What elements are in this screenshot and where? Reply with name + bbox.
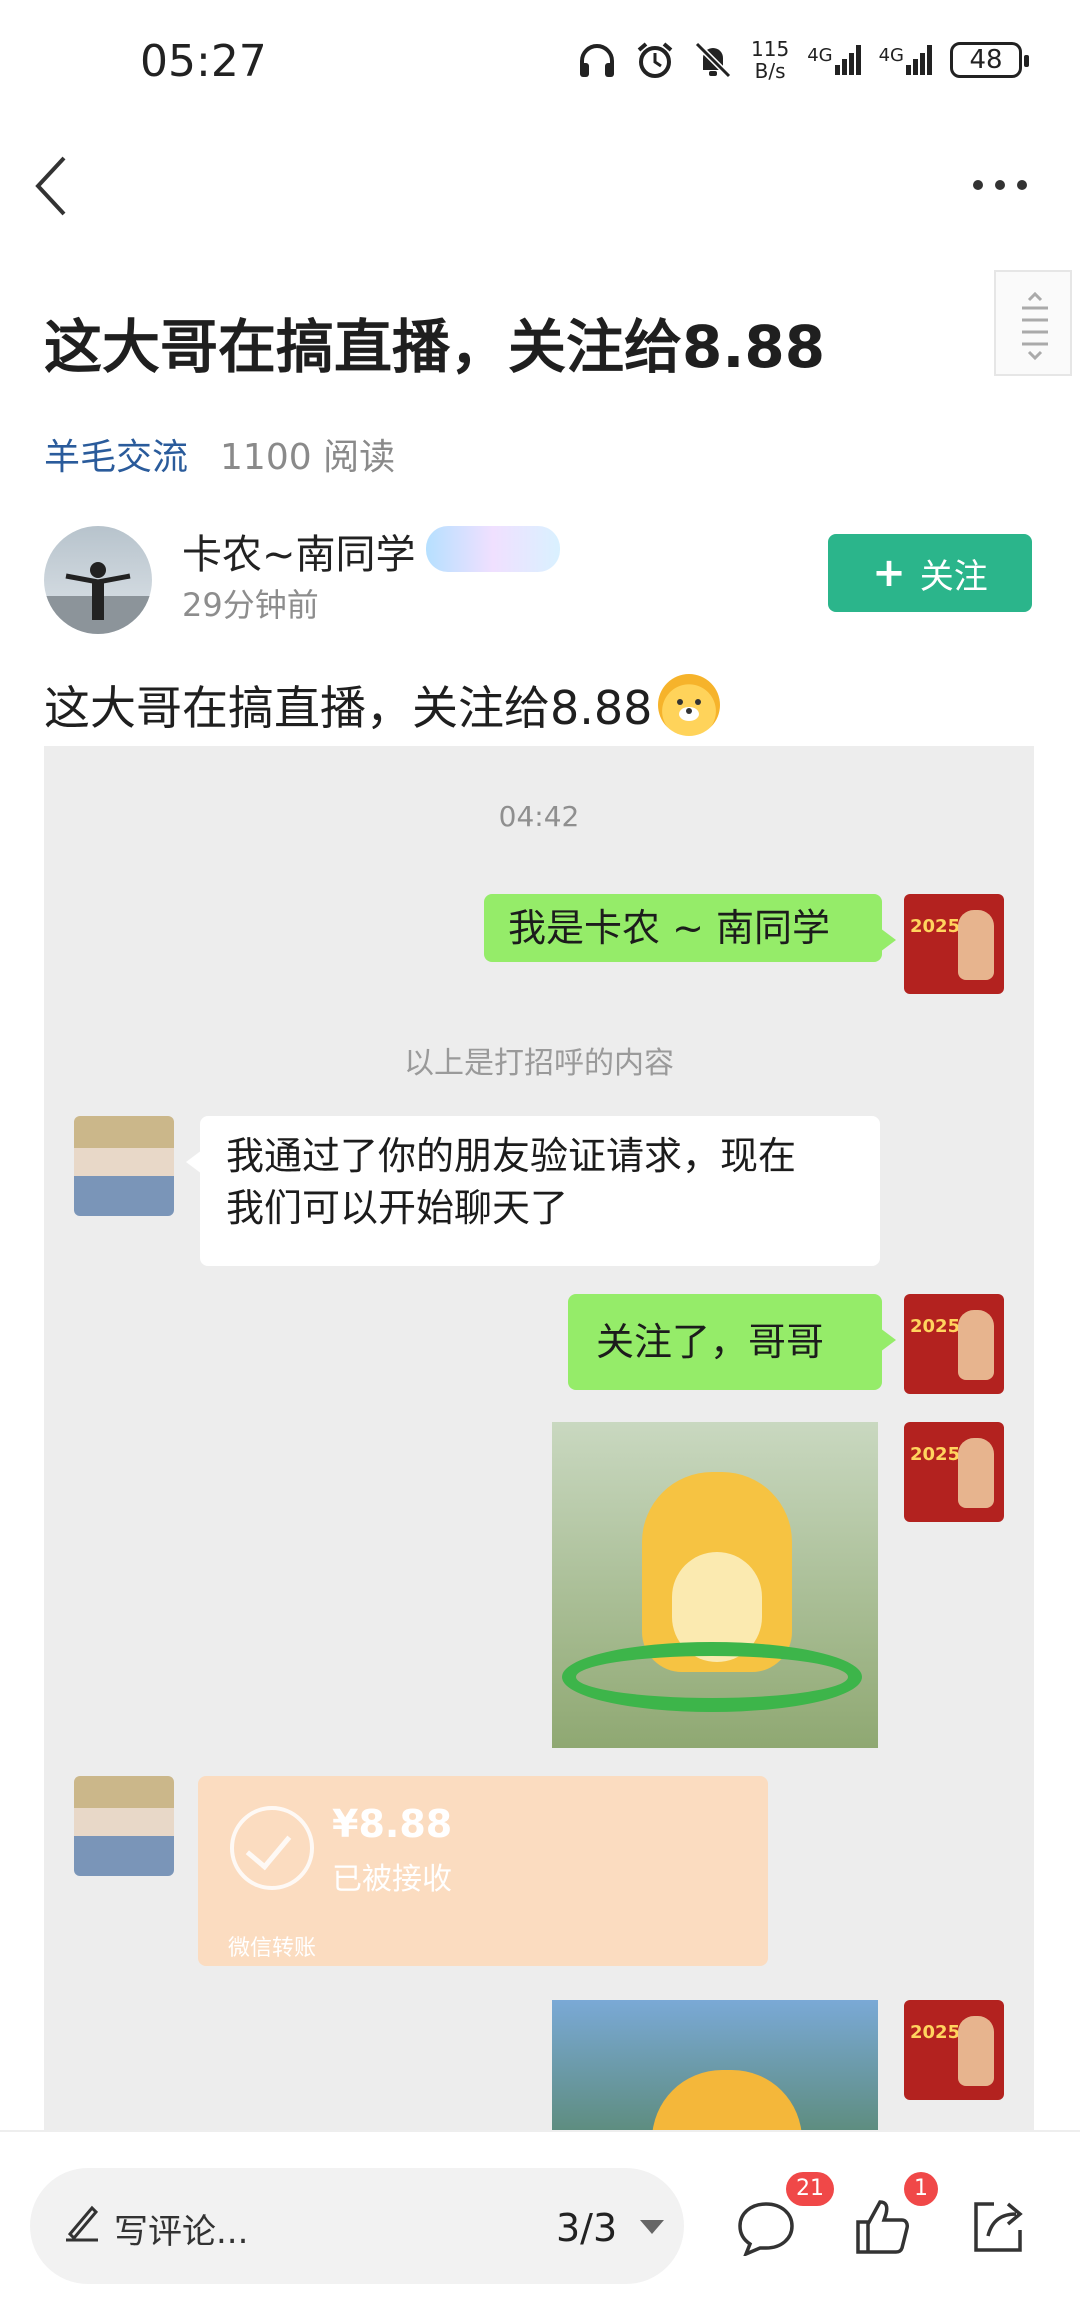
- chat-bubble-self: 我是卡农 ~ 南同学: [484, 894, 896, 962]
- pen-icon: [66, 2205, 99, 2242]
- sticker-image: [552, 2000, 878, 2130]
- net-speed: 115 B/s: [751, 38, 789, 82]
- transfer-card: ¥8.88 已被接收 微信转账: [198, 1776, 768, 1966]
- follow-label: 关注: [919, 556, 988, 597]
- signal-label-2: 4G: [878, 45, 904, 66]
- bottom-bar: 写评论... 3/3 21 1: [0, 2130, 1080, 2310]
- status-bar: 05:27 115 B/s 4G 4G 48: [0, 0, 1080, 130]
- battery-icon: 48: [950, 42, 1029, 78]
- author-rank-badge: [426, 526, 560, 572]
- alarm-icon: [637, 42, 673, 78]
- back-chevron-icon[interactable]: [26, 150, 76, 222]
- headphones-icon: [580, 44, 614, 77]
- like-thumb-icon[interactable]: [852, 2196, 912, 2256]
- dropdown-arrow-icon[interactable]: [640, 2220, 664, 2234]
- author-name[interactable]: 卡农~南同学: [182, 522, 416, 580]
- signal-icon: 4G: [807, 45, 861, 75]
- follow-button[interactable]: + 关注: [828, 534, 1032, 612]
- share-icon[interactable]: [968, 2196, 1028, 2256]
- signal-icon-2: 4G: [879, 45, 932, 75]
- outline-icon: [1022, 291, 1048, 361]
- transfer-amount: ¥8.88: [332, 1802, 453, 1846]
- author-avatar[interactable]: [44, 526, 152, 634]
- avatar-year: 2025: [910, 1316, 961, 1337]
- dino-figure: [652, 2070, 802, 2130]
- transfer-kind: 微信转账: [228, 1936, 317, 1961]
- snake-ring: [562, 1642, 862, 1712]
- self-avatar: 2025: [904, 1422, 1004, 1522]
- post-meta: 羊毛交流 1100 阅读: [44, 428, 395, 480]
- self-avatar: 2025: [904, 894, 1004, 994]
- post-title: 这大哥在搞直播，关注给8.88: [44, 313, 826, 381]
- comment-icon[interactable]: [736, 2196, 796, 2256]
- avatar-year: 2025: [910, 1444, 961, 1465]
- more-dots-icon[interactable]: [970, 170, 1030, 200]
- avatar-year: 2025: [910, 916, 961, 937]
- battery-level: 48: [969, 45, 1003, 75]
- check-circle-icon: [230, 1806, 314, 1890]
- status-time: 05:27: [140, 36, 267, 87]
- outline-toggle-button[interactable]: [994, 270, 1072, 376]
- like-count-badge: 1: [904, 2172, 938, 2206]
- post-body: 这大哥在搞直播，关注给8.88: [44, 672, 721, 738]
- chat-timestamp: 04:42: [498, 800, 580, 833]
- transfer-status: 已被接收: [332, 1862, 452, 1897]
- signal-label: 4G: [807, 45, 833, 66]
- dog-face-emoji-icon: [658, 674, 721, 736]
- chat-message-line: 我通过了你的朋友验证请求，现在: [226, 1134, 797, 1178]
- avatar-year: 2025: [910, 2022, 961, 2043]
- comment-input[interactable]: 写评论... 3/3: [30, 2168, 684, 2284]
- system-message: 以上是打招呼的内容: [404, 1046, 674, 1081]
- net-speed-unit: B/s: [754, 59, 786, 83]
- chat-message-text: 关注了，哥哥: [596, 1320, 825, 1364]
- read-count: 1100 阅读: [220, 437, 396, 478]
- sticker-image: [552, 1422, 878, 1748]
- post-time: 29分钟前: [182, 586, 319, 624]
- page-indicator[interactable]: 3/3: [556, 2206, 617, 2250]
- post-body-text: 这大哥在搞直播，关注给8.88: [44, 681, 653, 735]
- comment-placeholder: 写评论...: [114, 2212, 249, 2252]
- chat-bubble-self: 关注了，哥哥: [568, 1294, 896, 1390]
- self-avatar: 2025: [904, 1294, 1004, 1394]
- chat-message-text: 我是卡农 ~ 南同学: [508, 906, 830, 950]
- chat-message-line: 我们可以开始聊天了: [226, 1186, 569, 1230]
- plus-icon: +: [872, 550, 906, 596]
- friend-avatar: [74, 1116, 174, 1216]
- net-speed-value: 115: [751, 37, 790, 61]
- comment-count-badge: 21: [786, 2172, 834, 2206]
- friend-avatar: [74, 1776, 174, 1876]
- chat-bubble-friend: 我通过了你的朋友验证请求，现在 我们可以开始聊天了: [186, 1116, 880, 1266]
- self-avatar: 2025: [904, 2000, 1004, 2100]
- chat-screenshot[interactable]: 04:42 我是卡农 ~ 南同学 2025 以上是打招呼的内容 我通过了你的朋友…: [44, 746, 1034, 2130]
- category-link[interactable]: 羊毛交流: [44, 428, 188, 480]
- avatar-figure-icon: [44, 562, 152, 634]
- mute-icon: [694, 41, 732, 79]
- status-icons: 115 B/s 4G 4G 48: [577, 38, 1029, 82]
